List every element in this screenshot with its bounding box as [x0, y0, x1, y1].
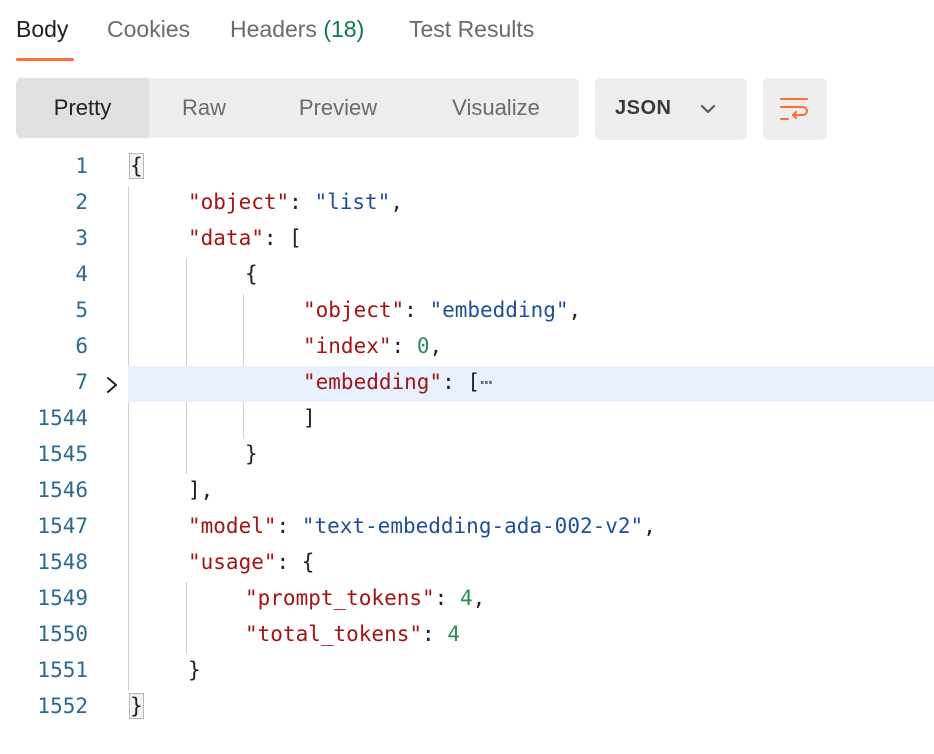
code-line: 1 {: [0, 150, 934, 186]
code-text: "prompt_tokens": 4,: [245, 586, 486, 610]
headers-count-badge: (18): [323, 16, 365, 42]
tab-cookies[interactable]: Cookies: [107, 16, 190, 43]
chevron-right-icon[interactable]: [104, 376, 120, 394]
format-selected-value: JSON: [615, 97, 672, 119]
code-text: "embedding": [⋯: [303, 370, 493, 394]
active-tab-indicator: [16, 58, 74, 61]
line-number: 1550: [37, 622, 88, 646]
code-line: 1548 "usage": {: [0, 546, 934, 582]
line-number: 5: [75, 298, 88, 322]
code-line: 3 "data": [: [0, 222, 934, 258]
code-line: 1550 "total_tokens": 4: [0, 618, 934, 654]
code-text: "model": "text-embedding-ada-002-v2",: [188, 514, 656, 538]
line-number: 1549: [37, 586, 88, 610]
tab-body[interactable]: Body: [16, 16, 68, 43]
line-number: 1: [75, 154, 88, 178]
code-text: {: [129, 153, 144, 179]
code-line: 1545 }: [0, 438, 934, 474]
line-number: 1552: [37, 694, 88, 718]
line-number: 6: [75, 334, 88, 358]
code-line: 1546 ],: [0, 474, 934, 510]
code-text: }: [188, 658, 201, 682]
code-line: 1551 }: [0, 654, 934, 690]
code-text: "usage": {: [188, 550, 315, 574]
line-number: 2: [75, 190, 88, 214]
view-mode-preview[interactable]: Preview: [273, 78, 403, 138]
wrap-lines-icon: [780, 98, 808, 120]
code-text: }: [129, 693, 144, 719]
code-line-highlighted[interactable]: 7 "embedding": [⋯: [0, 366, 934, 402]
format-dropdown[interactable]: JSON: [595, 78, 747, 140]
code-line: 1544 ]: [0, 402, 934, 438]
line-number: 1546: [37, 478, 88, 502]
line-number: 1548: [37, 550, 88, 574]
code-line: 6 "index": 0,: [0, 330, 934, 366]
code-line: 2 "object": "list",: [0, 186, 934, 222]
view-mode-selector: Pretty Raw Preview Visualize: [16, 78, 579, 138]
code-line: 4 {: [0, 258, 934, 294]
view-mode-raw[interactable]: Raw: [149, 78, 259, 138]
line-highlight: [128, 366, 934, 402]
code-text: }: [245, 442, 258, 466]
code-text: "total_tokens": 4: [245, 622, 460, 646]
line-number: 4: [75, 262, 88, 286]
code-line: 1547 "model": "text-embedding-ada-002-v2…: [0, 510, 934, 546]
line-number: 7: [75, 370, 88, 394]
line-number: 1545: [37, 442, 88, 466]
line-number: 1547: [37, 514, 88, 538]
code-text: {: [245, 262, 258, 286]
code-text: ],: [188, 478, 214, 502]
tab-test-results[interactable]: Test Results: [409, 16, 534, 43]
tab-headers[interactable]: Headers (18): [230, 16, 364, 43]
code-line: 1552 }: [0, 690, 934, 726]
tab-headers-label: Headers: [230, 16, 324, 42]
code-line: 5 "object": "embedding",: [0, 294, 934, 330]
chevron-down-icon: [701, 105, 715, 113]
code-line: 1549 "prompt_tokens": 4,: [0, 582, 934, 618]
code-text: ]: [303, 406, 316, 430]
line-number: 1544: [37, 406, 88, 430]
line-number: 3: [75, 226, 88, 250]
code-text: "index": 0,: [303, 334, 443, 358]
view-mode-visualize[interactable]: Visualize: [426, 78, 566, 138]
code-text: "object": "list",: [188, 190, 403, 214]
view-mode-pretty[interactable]: Pretty: [16, 78, 149, 138]
line-number: 1551: [37, 658, 88, 682]
wrap-lines-button[interactable]: [763, 78, 827, 140]
code-text: "data": [: [188, 226, 302, 250]
response-body-editor[interactable]: 1 { 2 "object": "list", 3 "data": [ 4 { …: [0, 150, 934, 754]
collapsed-ellipsis[interactable]: ⋯: [480, 370, 493, 394]
code-text: "object": "embedding",: [303, 298, 582, 322]
